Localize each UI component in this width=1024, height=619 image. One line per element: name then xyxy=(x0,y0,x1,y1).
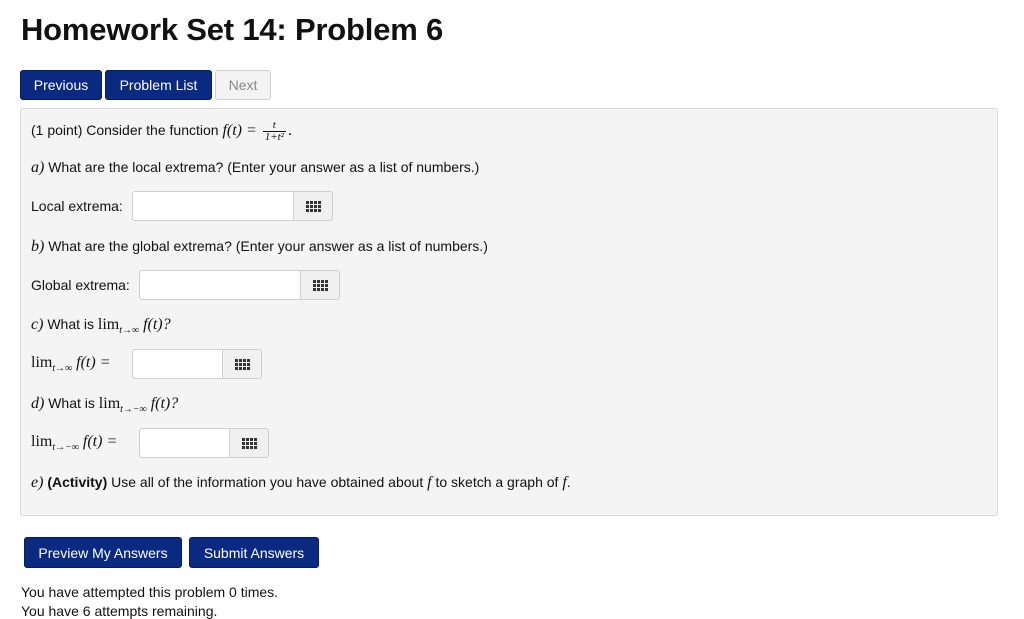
local-extrema-label: Local extrema: xyxy=(31,198,123,214)
submit-answers-button[interactable]: Submit Answers xyxy=(189,537,319,568)
part-b-text: What are the global extrema? (Enter your… xyxy=(48,238,488,254)
function-label: f(t) = xyxy=(222,122,257,140)
preview-answers-button[interactable]: Preview My Answers xyxy=(24,537,182,568)
part-d-answer-label: limt→−∞ f(t) = xyxy=(31,433,118,453)
equation-editor-button[interactable] xyxy=(293,191,333,221)
part-a-text: What are the local extrema? (Enter your … xyxy=(48,159,480,175)
part-d-expr: f(t)? xyxy=(150,395,179,412)
part-b-question: b) What are the global extrema? (Enter y… xyxy=(31,238,488,256)
problem-intro: (1 point) Consider the function f(t) = t… xyxy=(31,120,292,143)
intro-text: (1 point) Consider the function xyxy=(31,122,219,139)
part-c-answer-label: limt→∞ f(t) = xyxy=(31,354,111,374)
part-c-question: c) What is limt→∞ f(t)? xyxy=(31,316,171,336)
part-e-letter: e) xyxy=(31,474,44,491)
part-c-expr: f(t)? xyxy=(143,316,171,333)
grid-icon xyxy=(234,358,250,370)
problem-panel: (1 point) Consider the function f(t) = t… xyxy=(20,108,998,516)
grid-icon xyxy=(241,437,257,449)
part-d-question: d) What is limt→−∞ f(t)? xyxy=(31,395,178,415)
part-c-lim: limt→∞ xyxy=(97,316,140,336)
limit-positive-infinity-input[interactable] xyxy=(132,349,222,379)
grid-icon xyxy=(312,279,328,291)
part-d-letter: d) xyxy=(31,395,45,412)
local-extrema-input[interactable] xyxy=(132,191,293,221)
activity-label: (Activity) xyxy=(47,474,108,490)
part-e-text: e) (Activity) Use all of the information… xyxy=(31,474,571,491)
global-extrema-label: Global extrema: xyxy=(31,277,130,293)
global-extrema-input[interactable] xyxy=(139,270,300,300)
attempts-remaining: You have 6 attempts remaining. xyxy=(21,603,218,619)
grid-icon xyxy=(305,200,321,212)
fraction-denominator: 1+t² xyxy=(264,131,284,143)
limit-negative-infinity-input[interactable] xyxy=(139,428,229,458)
part-b-letter: b) xyxy=(31,238,45,255)
part-c-letter: c) xyxy=(31,316,44,333)
equation-editor-button[interactable] xyxy=(222,349,262,379)
equation-editor-button[interactable] xyxy=(300,270,340,300)
part-a-question: a) What are the local extrema? (Enter yo… xyxy=(31,159,479,177)
page-title: Homework Set 14: Problem 6 xyxy=(21,12,444,47)
problem-list-button[interactable]: Problem List xyxy=(105,70,212,100)
part-d-lim: limt→−∞ xyxy=(98,395,147,415)
part-d-text: What is xyxy=(48,395,95,411)
function-fraction: t 1+t² xyxy=(262,120,286,143)
next-button: Next xyxy=(215,70,271,100)
previous-button[interactable]: Previous xyxy=(20,70,102,100)
attempts-status: You have attempted this problem 0 times. xyxy=(21,584,279,600)
part-a-letter: a) xyxy=(31,159,45,176)
equation-editor-button[interactable] xyxy=(229,428,269,458)
part-c-text: What is xyxy=(47,316,95,332)
intro-period: . xyxy=(287,122,292,140)
